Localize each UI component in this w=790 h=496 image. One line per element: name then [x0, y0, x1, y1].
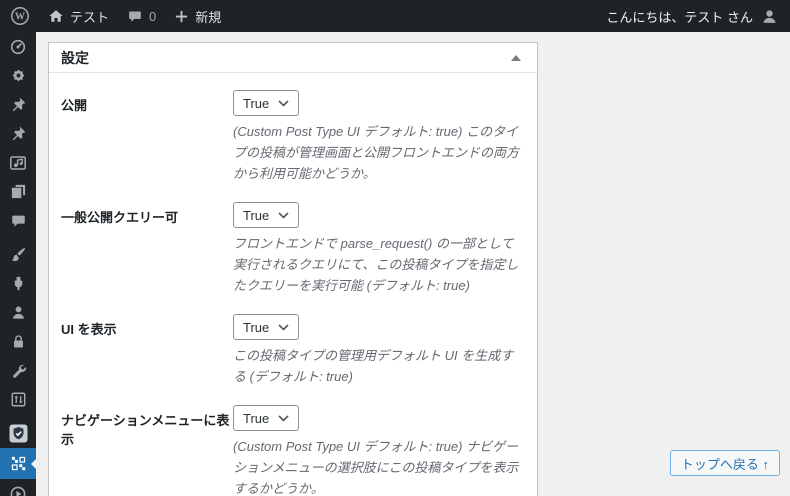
- users-icon: [12, 306, 24, 319]
- sidebar-item-tools[interactable]: [0, 356, 36, 385]
- panel-toggle-button[interactable]: [507, 51, 525, 65]
- chevron-down-icon: [278, 323, 289, 331]
- sidebar-item-pages[interactable]: [0, 177, 36, 206]
- chevron-up-icon: [511, 54, 521, 61]
- select-current-value: True: [243, 410, 270, 426]
- setting-field: True フロントエンドで parse_request() の一部として実行され…: [233, 202, 525, 296]
- sidebar-item-users[interactable]: [0, 298, 36, 327]
- select-current-value: True: [243, 95, 270, 111]
- plus-icon: [176, 10, 188, 22]
- sidebar-item-posts[interactable]: [0, 90, 36, 119]
- back-to-top-button[interactable]: トップへ戻る ↑: [669, 450, 780, 476]
- plugins-icon: [14, 276, 22, 291]
- setting-description: (Custom Post Type UI デフォルト: true) このタイプの…: [233, 124, 520, 181]
- setting-field: True この投稿タイプの管理用デフォルト UI を生成する (デフォルト: t…: [233, 314, 525, 387]
- chevron-down-icon: [278, 414, 289, 422]
- pushpin-icon: [12, 97, 25, 112]
- setting-description: この投稿タイプの管理用デフォルト UI を生成する (デフォルト: true): [233, 348, 514, 384]
- comments-icon: [11, 215, 25, 227]
- admin-sidebar: [0, 32, 36, 496]
- settings-row: 一般公開クエリー可 True フロントエンドで parse_request() …: [61, 202, 525, 296]
- settings-rows: 公開 True (Custom Post Type UI デフォルト: true…: [49, 73, 537, 496]
- admin-bar: W テスト 0 新規 こんにちは、テスト さん: [0, 0, 790, 32]
- sidebar-item-security-shield[interactable]: [0, 419, 36, 448]
- sidebar-item-settings[interactable]: [0, 385, 36, 414]
- setting-select-dropdown[interactable]: True: [233, 405, 300, 431]
- dashboard-icon: [10, 39, 26, 54]
- setting-label: 公開: [61, 98, 88, 113]
- settings-row: ナビゲーションメニューに表示 True (Custom Post Type UI…: [61, 405, 525, 496]
- setting-field: True (Custom Post Type UI デフォルト: true) ナ…: [233, 405, 525, 496]
- chevron-down-icon: [278, 211, 289, 219]
- settings-row: 公開 True (Custom Post Type UI デフォルト: true…: [61, 90, 525, 184]
- main-content: 設定 公開 True (Custom Post Type UI デフォルト: t…: [36, 32, 790, 496]
- setting-label: 一般公開クエリー可: [61, 210, 179, 225]
- media-icon: [10, 155, 26, 170]
- sidebar-item-security-lock[interactable]: [0, 327, 36, 356]
- lock-icon: [13, 335, 23, 348]
- settings-panel: 設定 公開 True (Custom Post Type UI デフォルト: t…: [48, 42, 538, 496]
- setting-select-dropdown[interactable]: True: [233, 314, 300, 340]
- sidebar-item-custom-post-type[interactable]: [0, 119, 36, 148]
- appearance-brush-icon: [11, 247, 25, 262]
- sidebar-item-media[interactable]: [0, 148, 36, 177]
- sidebar-item-dashboard[interactable]: [0, 32, 36, 61]
- site-menu[interactable]: テスト: [39, 0, 118, 32]
- setting-label: ナビゲーションメニューに表示: [61, 413, 230, 447]
- gear-icon: [12, 69, 24, 82]
- sidebar-item-appearance[interactable]: [0, 240, 36, 269]
- panel-title: 設定: [61, 49, 89, 66]
- settings-sliders-icon: [11, 392, 25, 407]
- comments-count: 0: [149, 8, 157, 24]
- home-icon: [49, 10, 63, 22]
- setting-select-dropdown[interactable]: True: [233, 90, 300, 116]
- select-current-value: True: [243, 319, 270, 335]
- new-label: 新規: [195, 9, 222, 25]
- select-current-value: True: [243, 207, 270, 223]
- avatar-icon: [763, 9, 776, 23]
- sidebar-item-cptui-active[interactable]: [0, 448, 36, 479]
- setting-field: True (Custom Post Type UI デフォルト: true) こ…: [233, 90, 525, 184]
- new-content-menu[interactable]: 新規: [165, 0, 230, 32]
- wordpress-menu[interactable]: W: [0, 0, 39, 32]
- tools-wrench-icon: [12, 364, 26, 378]
- cptui-forms-icon: [11, 456, 25, 471]
- setting-description: (Custom Post Type UI デフォルト: true) ナビゲーショ…: [233, 439, 519, 496]
- svg-text:W: W: [15, 12, 25, 23]
- account-menu[interactable]: こんにちは、テスト さん: [594, 0, 790, 32]
- site-name: テスト: [70, 9, 110, 25]
- settings-row: UI を表示 True この投稿タイプの管理用デフォルト UI を生成する (デ…: [61, 314, 525, 387]
- setting-label: UI を表示: [61, 322, 117, 337]
- settings-panel-header: 設定: [49, 43, 537, 73]
- pages-icon: [11, 184, 25, 199]
- setting-select-dropdown[interactable]: True: [233, 202, 300, 228]
- greeting-text: こんにちは、テスト さん: [606, 9, 753, 25]
- comments-menu[interactable]: 0: [118, 0, 165, 32]
- comment-bubble-icon: [129, 11, 141, 22]
- chevron-down-icon: [278, 99, 289, 107]
- play-circle-icon: [10, 486, 26, 496]
- sidebar-item-video[interactable]: [0, 479, 36, 496]
- sidebar-item-comments[interactable]: [0, 206, 36, 235]
- pushpin2-icon: [12, 126, 25, 141]
- shield-check-icon: [9, 424, 27, 443]
- sidebar-item-plugins[interactable]: [0, 269, 36, 298]
- wordpress-logo-icon: W: [11, 7, 29, 25]
- setting-description: フロントエンドで parse_request() の一部として実行されるクエリに…: [233, 236, 519, 293]
- sidebar-item-plugin-generic[interactable]: [0, 61, 36, 90]
